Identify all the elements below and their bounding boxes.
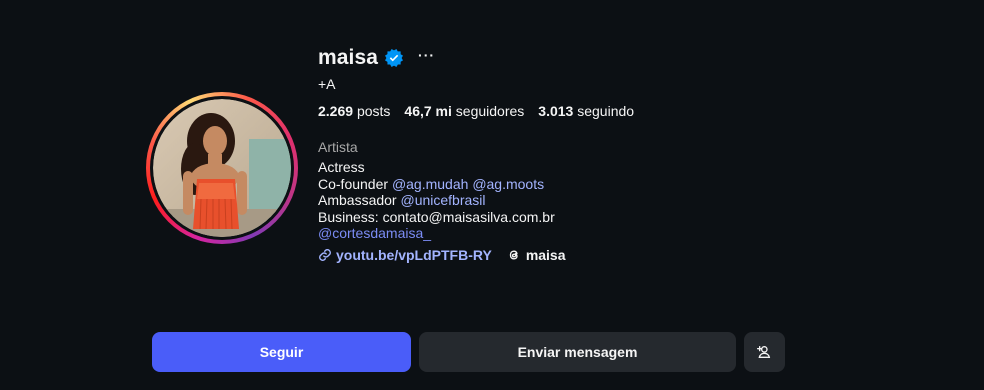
followers-stat[interactable]: 46,7 mi seguidores [404,103,524,119]
bio: Actress Co-founder @ag.mudah @ag.moots A… [318,159,555,242]
following-count: 3.013 [538,103,574,119]
links-row: youtu.be/vpLdPTFB-RY maisa [318,246,566,264]
followers-label: seguidores [455,103,525,119]
mention-link[interactable]: @ag.mudah [392,176,468,192]
bio-line: Co-founder @ag.mudah @ag.moots [318,176,555,193]
follow-button[interactable]: Seguir [152,332,411,372]
story-ring[interactable] [146,92,298,244]
followers-count: 46,7 mi [404,103,452,119]
following-label: seguindo [577,103,635,119]
external-link[interactable]: youtu.be/vpLdPTFB-RY [318,247,492,263]
verified-badge-icon [385,49,404,67]
more-options-icon[interactable]: ··· [418,47,435,63]
profile-page: maisa ··· +A 2.269 posts 46,7 mi seguido… [0,0,984,390]
bio-line: Business: contato@maisasilva.com.br [318,208,555,225]
threads-icon [509,250,518,260]
bio-text: Co-founder [318,175,389,192]
mention-link[interactable]: @ag.moots [472,176,544,192]
posts-label: posts [356,103,391,119]
bio-line: Actress [318,159,365,175]
profile-stats: 2.269 posts 46,7 mi seguidores 3.013 seg… [318,103,648,119]
posts-count: 2.269 [318,103,354,119]
full-name: +A [318,76,336,92]
posts-stat: 2.269 posts [318,103,390,119]
mention-link[interactable]: @unicefbrasil [400,192,485,208]
bio-text: Ambassador [318,192,397,208]
username-row: maisa ··· [318,44,435,72]
threads-link[interactable]: maisa [507,247,566,263]
avatar-gap [150,96,294,240]
send-message-button[interactable]: Enviar mensagem [419,332,736,372]
bio-line: Ambassador @unicefbrasil [318,192,555,209]
username: maisa [318,46,379,69]
following-stat[interactable]: 3.013 seguindo [538,103,634,119]
add-person-icon [756,346,770,358]
bio-line: @cortesdamaisa_ [318,225,555,242]
link-text: youtu.be/vpLdPTFB-RY [336,247,492,263]
mention-link[interactable]: @cortesdamaisa_ [318,225,431,241]
threads-username: maisa [525,247,566,263]
link-icon [319,249,331,261]
suggested-accounts-button[interactable] [744,332,785,372]
avatar[interactable] [153,99,291,237]
category-label: Artista [318,139,358,155]
